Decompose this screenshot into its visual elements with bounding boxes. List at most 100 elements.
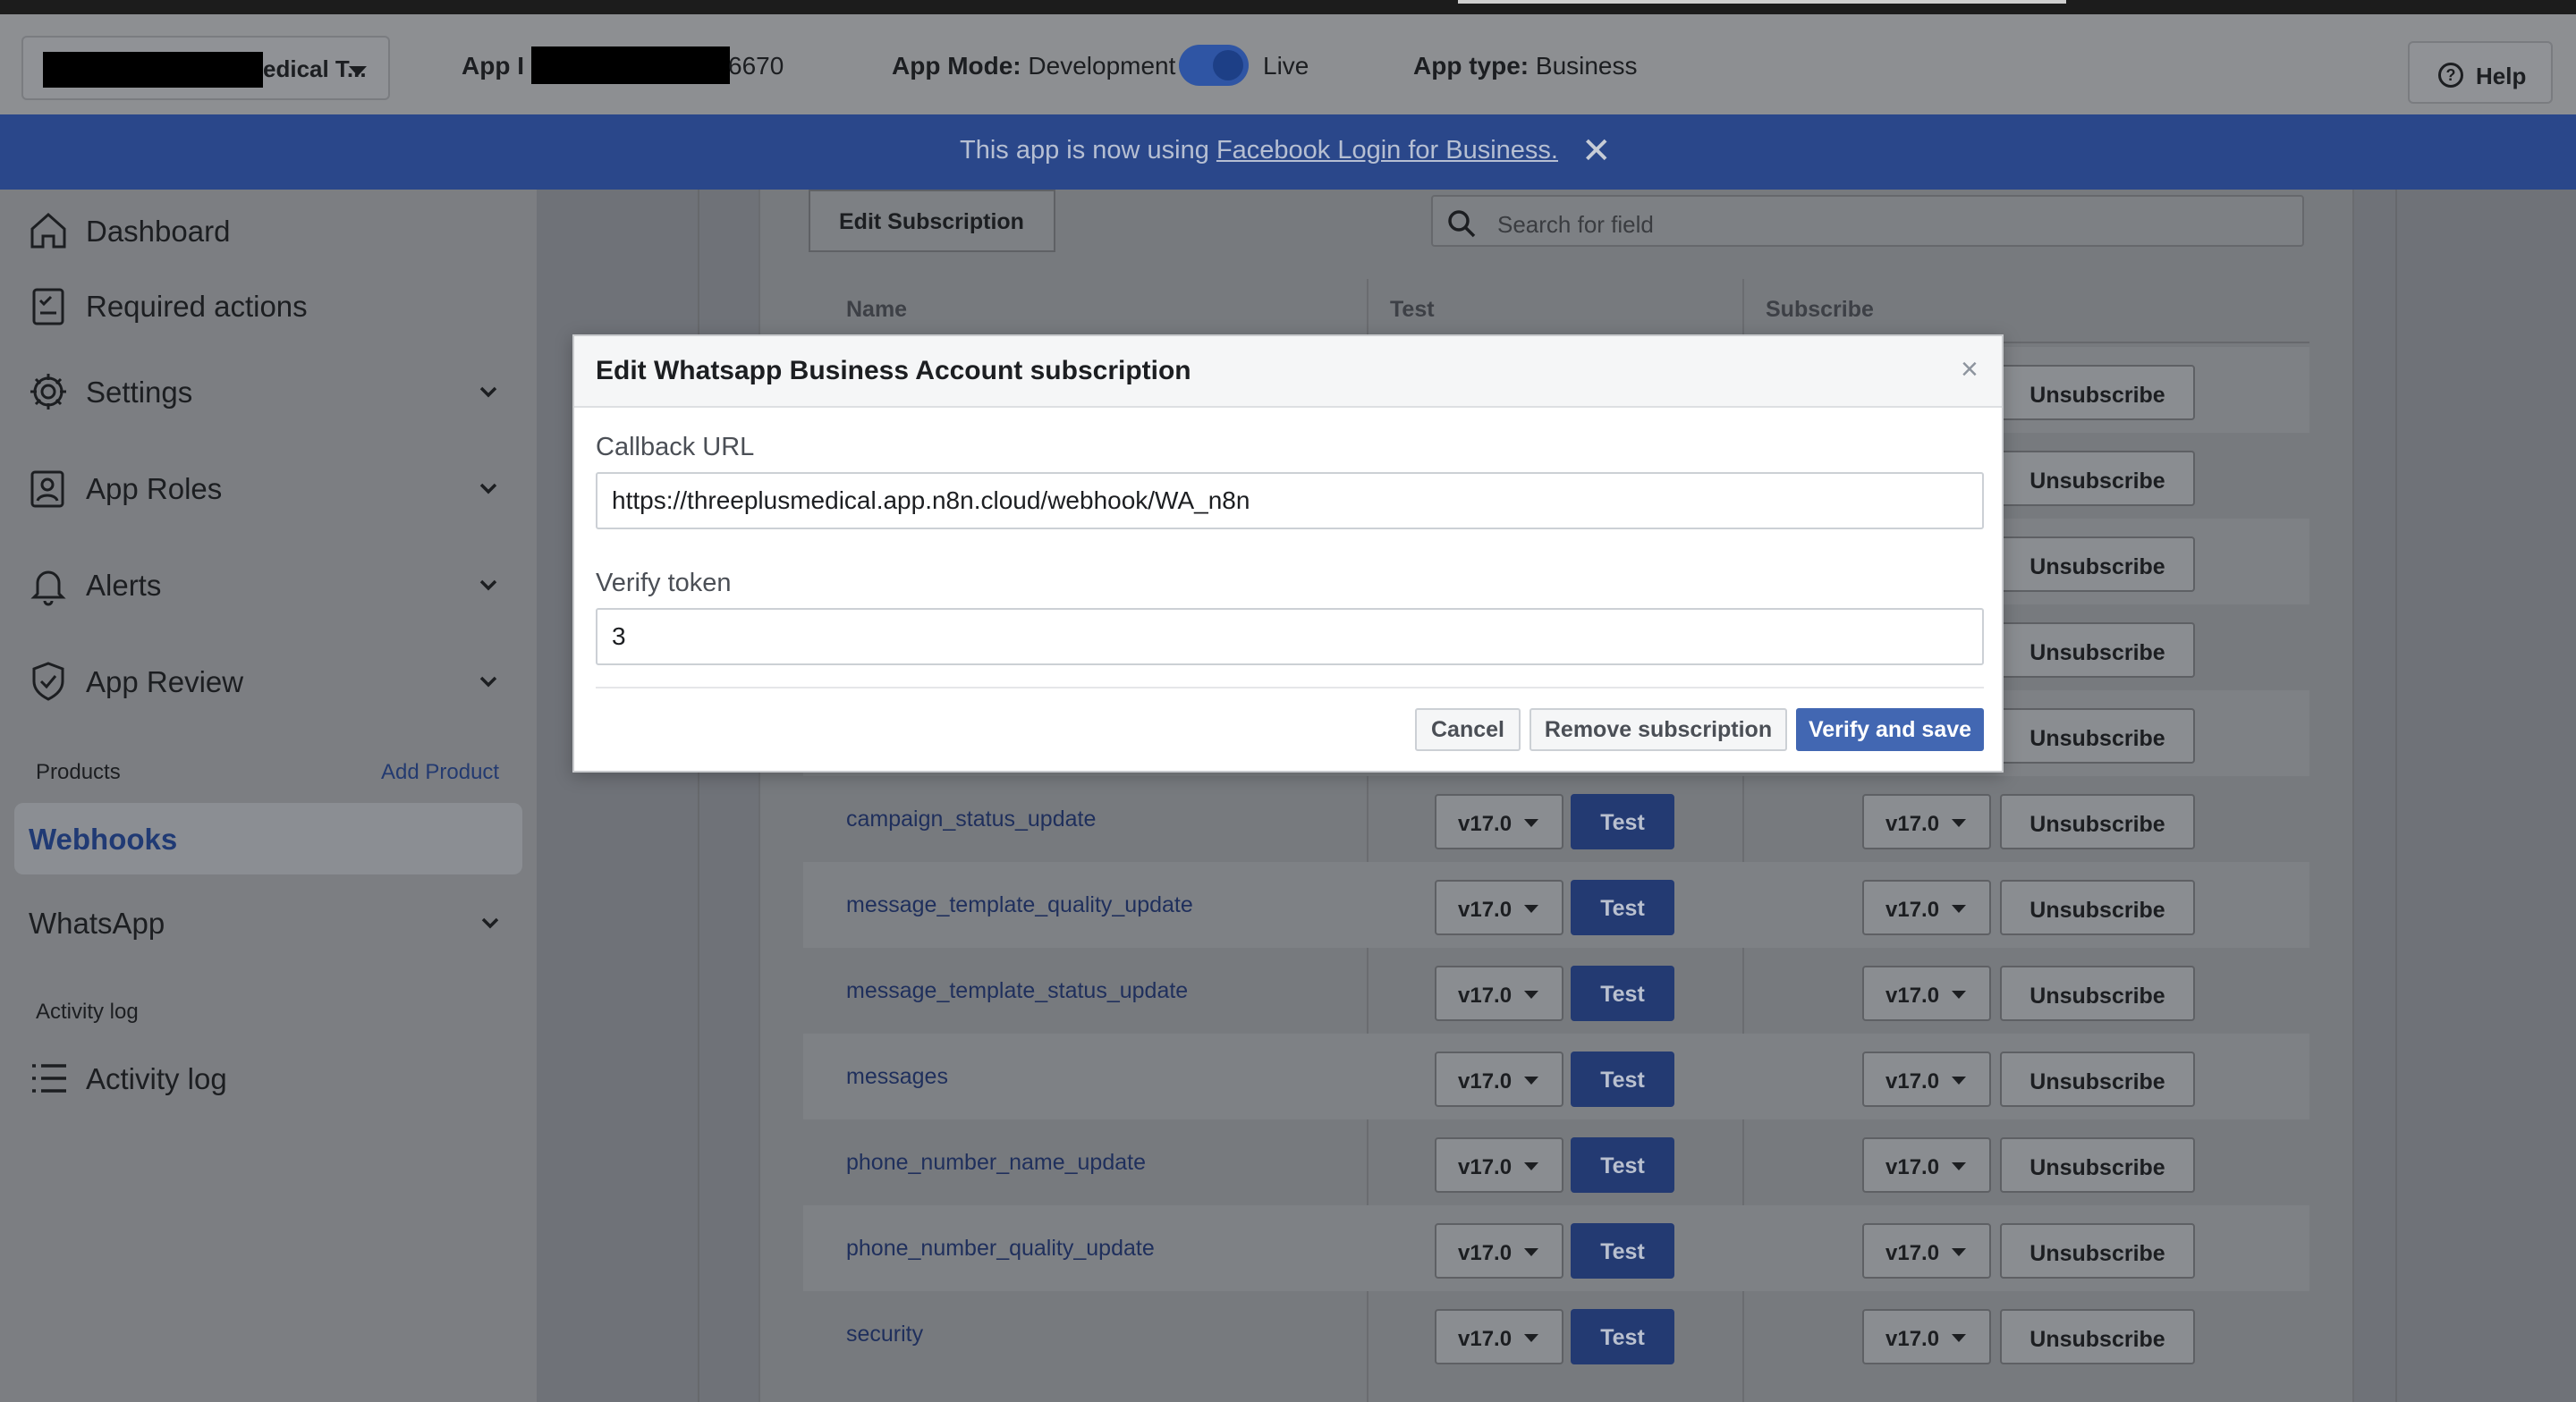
test-version-dropdown[interactable]: v17.0: [1435, 1309, 1563, 1364]
app-mode-label: App Mode:: [892, 52, 1021, 80]
sidebar-item-label: Alerts: [86, 569, 162, 602]
caret-down-icon: [1524, 1162, 1538, 1170]
column-subscribe: Subscribe: [1766, 297, 1874, 322]
verify-and-save-button[interactable]: Verify and save: [1796, 708, 1984, 751]
unsubscribe-button[interactable]: Unsubscribe: [2000, 365, 2195, 420]
table-row: security v17.0 Test v17.0 Unsubscribe: [803, 1291, 2309, 1377]
sidebar-item-required-actions[interactable]: Required actions: [27, 279, 501, 333]
sidebar-item-label: Activity log: [86, 1062, 227, 1095]
unsubscribe-button[interactable]: Unsubscribe: [2000, 1052, 2195, 1107]
bell-icon: [30, 570, 66, 606]
app-type-value: Business: [1535, 52, 1638, 80]
table-row: phone_number_quality_update v17.0 Test v17.…: [803, 1205, 2309, 1291]
edit-subscription-button[interactable]: Edit Subscription: [809, 190, 1055, 252]
test-button[interactable]: Test: [1571, 1223, 1674, 1279]
version-label: v17.0: [1885, 898, 1940, 922]
test-version-dropdown[interactable]: v17.0: [1435, 1137, 1563, 1193]
help-label: Help: [2476, 63, 2527, 89]
app-mode-toggle[interactable]: [1179, 45, 1249, 86]
unsubscribe-button[interactable]: Unsubscribe: [2000, 1309, 2195, 1364]
gear-icon: [30, 374, 66, 410]
subscribe-version-dropdown[interactable]: v17.0: [1862, 1052, 1991, 1107]
sidebar-item-label: App Review: [86, 665, 244, 698]
remove-subscription-button[interactable]: Remove subscription: [1530, 708, 1787, 751]
search-icon: [1448, 210, 1476, 238]
unsubscribe-button[interactable]: Unsubscribe: [2000, 451, 2195, 506]
top-strip-segment: [1458, 0, 2066, 4]
test-button[interactable]: Test: [1571, 880, 1674, 935]
test-button-label: Test: [1600, 982, 1645, 1007]
unsubscribe-button[interactable]: Unsubscribe: [2000, 966, 2195, 1021]
field-search-input[interactable]: Search for field: [1431, 195, 2304, 247]
version-label: v17.0: [1885, 1241, 1940, 1265]
field-name: phone_number_quality_update: [846, 1236, 1155, 1261]
table-row: phone_number_name_update v17.0 Test v17.0 Un…: [803, 1119, 2309, 1205]
sidebar-item-label: Required actions: [86, 290, 308, 323]
user-badge-icon: [30, 470, 64, 508]
app-mode-value: Development: [1028, 52, 1176, 80]
caret-down-icon: [1524, 1248, 1538, 1256]
add-product-link[interactable]: Add Product: [381, 760, 499, 785]
app-selector[interactable]: edical T...: [21, 36, 390, 100]
unsubscribe-button[interactable]: Unsubscribe: [2000, 794, 2195, 849]
unsubscribe-label: Unsubscribe: [2029, 898, 2165, 923]
chevron-down-icon: [479, 579, 497, 591]
test-button-label: Test: [1600, 1325, 1645, 1350]
banner-close-icon[interactable]: ✕: [1581, 131, 1612, 172]
test-button[interactable]: Test: [1571, 1137, 1674, 1193]
unsubscribe-button[interactable]: Unsubscribe: [2000, 1137, 2195, 1193]
caret-down-icon: [1952, 905, 1966, 913]
sidebar-item-activity-log[interactable]: Activity log: [27, 1052, 501, 1105]
sidebar-item-label: Dashboard: [86, 215, 231, 248]
test-button-label: Test: [1600, 1153, 1645, 1178]
sidebar-item-app-review[interactable]: App Review: [27, 655, 501, 708]
column-name: Name: [846, 297, 908, 322]
products-section-label: Products: [36, 760, 121, 784]
unsubscribe-button[interactable]: Unsubscribe: [2000, 708, 2195, 764]
version-label: v17.0: [1885, 812, 1940, 836]
subscribe-version-dropdown[interactable]: v17.0: [1862, 1309, 1991, 1364]
help-button[interactable]: ? Help: [2408, 41, 2553, 104]
callback-url-input[interactable]: [596, 472, 1984, 529]
caret-down-icon: [1952, 1077, 1966, 1085]
test-version-dropdown[interactable]: v17.0: [1435, 1052, 1563, 1107]
test-button[interactable]: Test: [1571, 966, 1674, 1021]
caret-down-icon: [1952, 1248, 1966, 1256]
table-row: message_template_quality_update v17.0 Test…: [803, 862, 2309, 948]
unsubscribe-button[interactable]: Unsubscribe: [2000, 536, 2195, 592]
unsubscribe-button[interactable]: Unsubscribe: [2000, 622, 2195, 678]
sidebar-item-settings[interactable]: Settings: [27, 365, 501, 418]
unsubscribe-button[interactable]: Unsubscribe: [2000, 1223, 2195, 1279]
subscribe-version-dropdown[interactable]: v17.0: [1862, 966, 1991, 1021]
test-button[interactable]: Test: [1571, 794, 1674, 849]
sidebar-item-dashboard[interactable]: Dashboard: [27, 204, 501, 258]
sidebar-item-app-roles[interactable]: App Roles: [27, 461, 501, 515]
subscribe-version-dropdown[interactable]: v17.0: [1862, 1223, 1991, 1279]
chevron-down-icon: [481, 917, 499, 929]
subscribe-version-dropdown[interactable]: v17.0: [1862, 880, 1991, 935]
cancel-button[interactable]: Cancel: [1415, 708, 1521, 751]
test-button[interactable]: Test: [1571, 1052, 1674, 1107]
test-version-dropdown[interactable]: v17.0: [1435, 880, 1563, 935]
test-button[interactable]: Test: [1571, 1309, 1674, 1364]
list-icon: [32, 1064, 66, 1093]
test-version-dropdown[interactable]: v17.0: [1435, 794, 1563, 849]
close-icon[interactable]: ×: [1961, 352, 1979, 387]
live-label: Live: [1263, 52, 1309, 80]
test-version-dropdown[interactable]: v17.0: [1435, 966, 1563, 1021]
dialog-divider: [596, 687, 1984, 688]
subscribe-version-dropdown[interactable]: v17.0: [1862, 794, 1991, 849]
banner-link[interactable]: Facebook Login for Business.: [1216, 136, 1558, 165]
sidebar-item-webhooks[interactable]: Webhooks: [14, 803, 522, 874]
verify-token-input[interactable]: [596, 608, 1984, 665]
banner-message: This app is now using: [960, 136, 1216, 165]
unsubscribe-button[interactable]: Unsubscribe: [2000, 880, 2195, 935]
sidebar-item-alerts[interactable]: Alerts: [27, 558, 501, 612]
chevron-down-icon: [479, 483, 497, 494]
table-row: messages v17.0 Test v17.0 Unsubscribe: [803, 1034, 2309, 1119]
verify-token-label: Verify token: [596, 569, 732, 597]
app-id-value: 6670: [728, 52, 784, 80]
test-version-dropdown[interactable]: v17.0: [1435, 1223, 1563, 1279]
sidebar-item-whatsapp[interactable]: WhatsApp: [29, 896, 503, 950]
subscribe-version-dropdown[interactable]: v17.0: [1862, 1137, 1991, 1193]
